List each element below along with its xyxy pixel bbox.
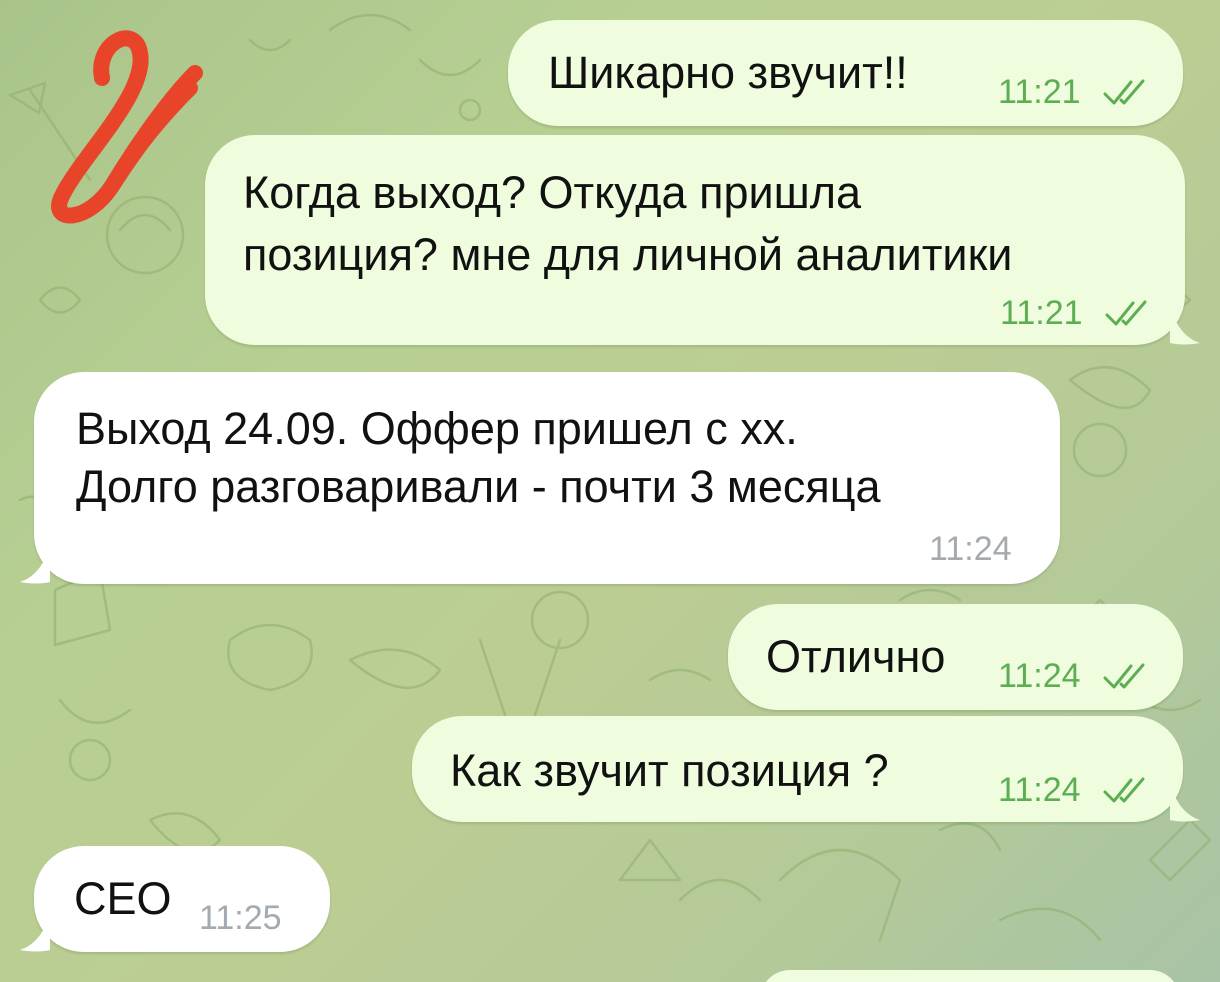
- message-text: CEO: [74, 873, 172, 924]
- message-bubble-incoming[interactable]: Выход 24.09. Оффер пришел с хх. Долго ра…: [34, 372, 1060, 584]
- chat-area[interactable]: Шикарно звучит!! 11:21 Когда выход? Отку…: [0, 0, 1220, 982]
- message-text: Долго разговаривали - почти 3 месяца: [76, 461, 881, 512]
- message-bubble-incoming[interactable]: CEO 11:25: [34, 846, 330, 952]
- message-text: Как звучит позиция ?: [450, 745, 889, 796]
- double-check-icon: [1103, 79, 1145, 105]
- bubble-tail: [1170, 782, 1200, 822]
- message-bubble-outgoing-partial[interactable]: [760, 970, 1180, 982]
- handwritten-mark: [51, 30, 203, 224]
- message-text: Когда выход? Откуда пришла: [243, 167, 862, 218]
- message-time: 11:24: [998, 657, 1081, 695]
- message-time: 11:21: [1000, 294, 1083, 332]
- double-check-icon: [1105, 300, 1147, 326]
- message-text: Шикарно звучит!!: [548, 47, 908, 98]
- message-bubble-outgoing[interactable]: Отлично 11:24: [728, 604, 1183, 710]
- bubble-tail: [20, 544, 50, 584]
- message-time: 11:25: [199, 899, 282, 937]
- message-time: 11:24: [998, 771, 1081, 809]
- bubble-tail: [1170, 305, 1200, 345]
- double-check-icon: [1103, 777, 1145, 803]
- message-bubble-outgoing[interactable]: Шикарно звучит!! 11:21: [508, 20, 1183, 126]
- message-text: Выход 24.09. Оффер пришел с хх.: [76, 403, 798, 454]
- message-bubble-outgoing[interactable]: Когда выход? Откуда пришла позиция? мне …: [205, 135, 1185, 345]
- message-time: 11:24: [929, 530, 1012, 568]
- message-text: позиция? мне для личной аналитики: [243, 229, 1013, 280]
- double-check-icon: [1103, 663, 1145, 689]
- message-bubble-outgoing[interactable]: Как звучит позиция ? 11:24: [412, 716, 1183, 822]
- bubble-tail: [20, 912, 50, 952]
- message-time: 11:21: [998, 73, 1081, 111]
- message-text: Отлично: [766, 631, 946, 682]
